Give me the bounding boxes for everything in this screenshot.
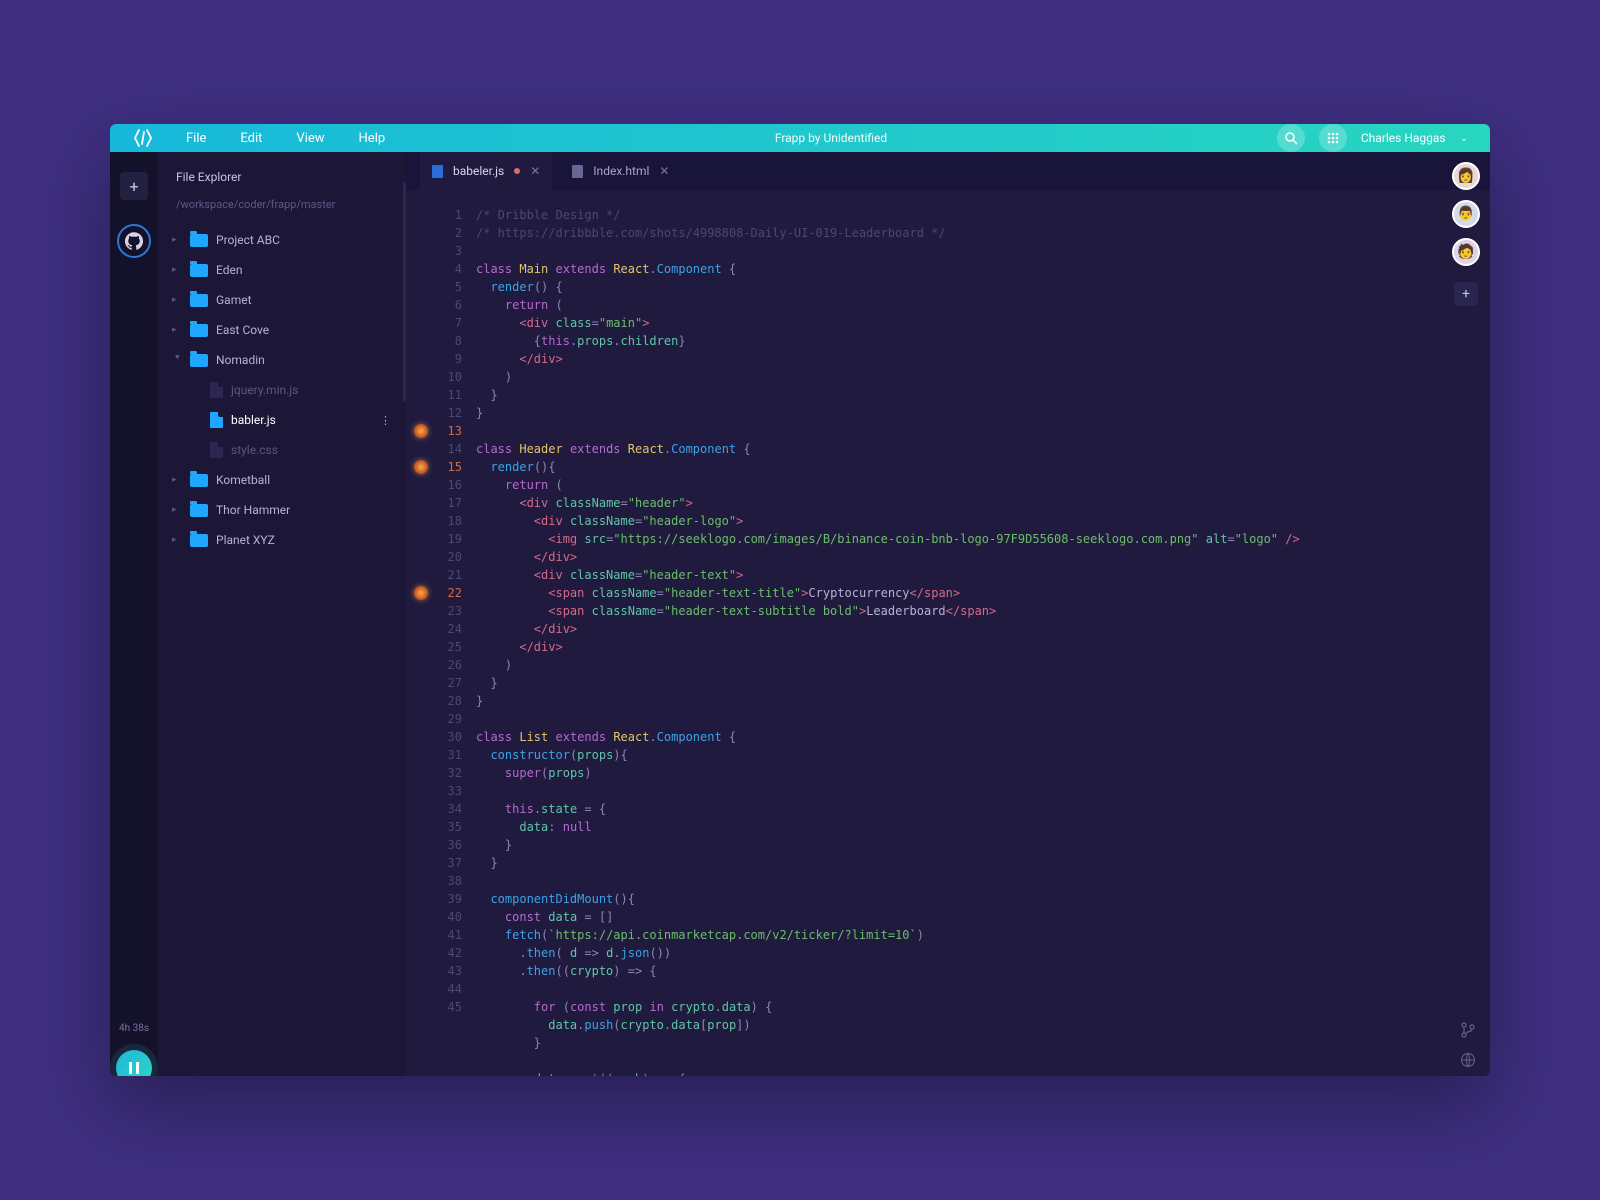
line-gutter: 1234567891011121314151617181920212223242… [434, 206, 476, 1076]
app-window: File Edit View Help Frapp by Unidentifie… [110, 124, 1490, 1076]
item-label: Thor Hammer [216, 503, 398, 517]
folder-icon [190, 354, 208, 367]
titlebar-right: Charles Haggas ⌄ [1277, 124, 1468, 152]
app-logo-icon [132, 127, 154, 149]
tab-close-button[interactable]: ✕ [530, 164, 540, 178]
editor: babeler.js ✕ Index.html ✕ 12345678910111… [406, 152, 1490, 1076]
folder-icon [190, 504, 208, 517]
file-icon [210, 382, 223, 398]
user-menu-chevron-icon[interactable]: ⌄ [1460, 133, 1468, 144]
globe-icon[interactable] [1460, 1052, 1476, 1068]
user-name[interactable]: Charles Haggas [1361, 131, 1446, 145]
chevron-icon: ▸ [172, 235, 182, 245]
folder-item[interactable]: ▸ East Cove [166, 315, 398, 345]
workspace-path: /workspace/coder/frapp/master [158, 194, 406, 225]
file-icon [432, 165, 443, 178]
breakpoint-marker[interactable] [414, 460, 428, 474]
dirty-indicator-icon [514, 168, 520, 174]
item-label: Project ABC [216, 233, 398, 247]
folder-item[interactable]: ▸ Kometball [166, 465, 398, 495]
collaborator-avatar[interactable]: 👩 [1452, 162, 1480, 190]
folder-icon [190, 474, 208, 487]
editor-side-tools [1460, 1022, 1476, 1068]
tab-label: babeler.js [453, 164, 504, 178]
pause-session-button[interactable] [116, 1050, 152, 1076]
folder-item[interactable]: ▸ Nomadin [166, 345, 398, 375]
breakpoint-marker[interactable] [414, 586, 428, 600]
folder-item[interactable]: ▸ Gamet [166, 285, 398, 315]
item-label: Gamet [216, 293, 398, 307]
chevron-icon: ▸ [172, 325, 182, 335]
item-label: Planet XYZ [216, 533, 398, 547]
file-icon [572, 165, 583, 178]
new-workspace-button[interactable]: + [120, 172, 148, 200]
git-branch-icon[interactable] [1460, 1022, 1476, 1038]
file-icon [210, 412, 223, 428]
menu-edit[interactable]: Edit [240, 131, 262, 146]
session-timer: 4h 38s [119, 1023, 149, 1034]
item-label: babler.js [231, 413, 372, 427]
file-icon [210, 442, 223, 458]
add-collaborator-button[interactable]: + [1454, 282, 1478, 306]
item-label: jquery.min.js [231, 383, 398, 397]
chevron-icon: ▸ [172, 265, 182, 275]
folder-icon [190, 264, 208, 277]
item-label: Nomadin [216, 353, 398, 367]
window-title: Frapp by Unidentified [385, 131, 1277, 145]
code-content[interactable]: /* Dribble Design */ /* https://dribbble… [476, 206, 1490, 1076]
explorer-title: File Explorer [158, 152, 406, 194]
folder-item[interactable]: ▸ Project ABC [166, 225, 398, 255]
left-rail: + 4h 38s [110, 152, 158, 1076]
item-label: East Cove [216, 323, 398, 337]
folder-item[interactable]: ▸ Eden [166, 255, 398, 285]
item-label: Kometball [216, 473, 398, 487]
file-tree: ▸ Project ABC ▸ Eden ▸ Gamet ▸ East Cove ▸ Nomadi… [158, 225, 406, 555]
file-explorer: File Explorer /workspace/coder/frapp/mas… [158, 152, 406, 1076]
item-label: Eden [216, 263, 398, 277]
breakpoint-marker[interactable] [414, 424, 428, 438]
tab-babeler[interactable]: babeler.js ✕ [420, 152, 552, 190]
menu-bar: File Edit View Help [186, 131, 385, 146]
collaborator-avatar[interactable]: 👨 [1452, 200, 1480, 228]
folder-icon [190, 234, 208, 247]
chevron-icon: ▸ [172, 355, 182, 365]
file-item[interactable]: babler.js ⋮ [166, 405, 398, 435]
tab-close-button[interactable]: ✕ [659, 164, 669, 178]
code-area[interactable]: 1234567891011121314151617181920212223242… [406, 190, 1490, 1076]
editor-tabs: babeler.js ✕ Index.html ✕ [406, 152, 1490, 190]
chevron-icon: ▸ [172, 295, 182, 305]
menu-file[interactable]: File [186, 131, 206, 146]
titlebar: File Edit View Help Frapp by Unidentifie… [110, 124, 1490, 152]
menu-help[interactable]: Help [359, 131, 386, 146]
body: + 4h 38s File Explorer /workspace/coder/… [110, 152, 1490, 1076]
folder-icon [190, 324, 208, 337]
file-item[interactable]: jquery.min.js [166, 375, 398, 405]
collaborators: 👩 👨 🧑 + [1452, 162, 1480, 306]
chevron-icon: ▸ [172, 475, 182, 485]
item-more-button[interactable]: ⋮ [380, 414, 398, 427]
item-label: style.css [231, 443, 398, 457]
tab-label: Index.html [593, 164, 649, 178]
search-button[interactable] [1277, 124, 1305, 152]
apps-grid-button[interactable] [1319, 124, 1347, 152]
folder-item[interactable]: ▸ Thor Hammer [166, 495, 398, 525]
file-item[interactable]: style.css [166, 435, 398, 465]
github-source-button[interactable] [117, 224, 151, 258]
folder-icon [190, 294, 208, 307]
folder-icon [190, 534, 208, 547]
folder-item[interactable]: ▸ Planet XYZ [166, 525, 398, 555]
collaborator-avatar[interactable]: 🧑 [1452, 238, 1480, 266]
tab-index[interactable]: Index.html ✕ [560, 152, 681, 190]
chevron-icon: ▸ [172, 535, 182, 545]
chevron-icon: ▸ [172, 505, 182, 515]
breakpoint-column[interactable] [406, 206, 434, 1076]
menu-view[interactable]: View [296, 131, 324, 146]
